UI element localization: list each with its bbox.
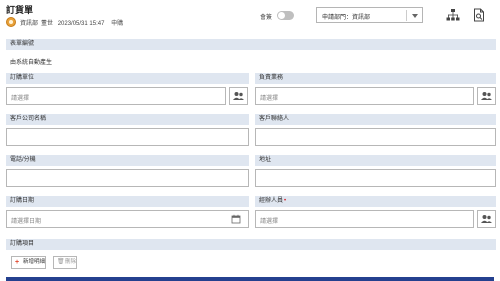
status-text: 申購 — [111, 21, 124, 27]
order-unit-picker-button[interactable] — [229, 87, 248, 105]
order-unit-label: 訂購單位 — [6, 73, 249, 84]
handler-label: 經辦人員• — [255, 196, 496, 207]
handler-picker-button[interactable] — [477, 210, 496, 228]
form-no-value: 由系統自動產生 — [10, 60, 53, 66]
customer-name-input[interactable] — [6, 128, 249, 146]
select-divider — [406, 10, 407, 21]
add-detail-label: 新增明細 — [23, 259, 46, 265]
page-header: 訂貨單 資訊部 董世 2023/05/31 15:47 申購 會簽 申請部門：資訊… — [0, 0, 500, 36]
sales-rep-input[interactable]: 請選擇 — [255, 87, 474, 105]
department-select-value: 申請部門：資訊部 — [322, 15, 371, 21]
sales-rep-placeholder: 請選擇 — [260, 96, 279, 102]
cosign-toggle[interactable] — [277, 11, 294, 20]
department-select[interactable]: 申請部門：資訊部 — [316, 7, 423, 23]
handler-label-text: 經辦人員 — [259, 198, 284, 204]
document-search-icon[interactable] — [472, 8, 486, 22]
cosign-label: 會簽 — [260, 15, 273, 21]
sales-rep-picker-button[interactable] — [477, 87, 496, 105]
customer-contact-input[interactable] — [255, 128, 496, 146]
order-unit-placeholder: 請選擇 — [11, 96, 30, 102]
customer-contact-label: 客戶聯絡人 — [255, 114, 496, 125]
order-date-label: 訂購日期 — [6, 196, 249, 207]
address-label: 地址 — [255, 155, 496, 166]
phone-label: 電話/分機 — [6, 155, 249, 166]
customer-name-label: 客戶公司名稱 — [6, 114, 249, 125]
people-icon — [481, 92, 492, 100]
calendar-icon[interactable] — [231, 214, 241, 224]
address-input[interactable] — [255, 169, 496, 187]
form-meta: 資訊部 董世 2023/05/31 15:47 申購 — [20, 18, 126, 27]
order-unit-input[interactable]: 請選擇 — [6, 87, 226, 105]
people-icon — [481, 215, 492, 223]
required-mark: • — [284, 198, 287, 204]
dept-name: 資訊部 — [20, 21, 39, 27]
sales-rep-label: 負責業務 — [255, 73, 496, 84]
people-icon — [233, 92, 244, 100]
order-date-placeholder: 請選擇日期 — [11, 219, 42, 225]
user-avatar — [6, 17, 16, 27]
plus-icon: + — [15, 259, 20, 266]
add-detail-button[interactable]: + 新增明細 — [11, 256, 47, 269]
trash-icon: 🗑 — [57, 259, 65, 265]
order-items-label: 訂購項目 — [6, 239, 496, 250]
delete-label: 刪除 — [65, 259, 77, 265]
org-chart-icon[interactable] — [446, 8, 460, 22]
order-date-input[interactable]: 請選擇日期 — [6, 210, 249, 228]
handler-input[interactable]: 請選擇 — [255, 210, 474, 228]
delete-button[interactable]: 🗑 刪除 — [53, 256, 78, 269]
items-table-header — [6, 277, 494, 281]
phone-input[interactable] — [6, 169, 249, 187]
form-no-label: 表單編號 — [6, 39, 496, 50]
handler-placeholder: 請選擇 — [260, 219, 279, 225]
created-datetime: 2023/05/31 15:47 — [57, 21, 105, 27]
chevron-down-icon — [412, 14, 418, 18]
user-name: 董世 — [41, 21, 54, 27]
page-title: 訂貨單 — [6, 5, 34, 15]
